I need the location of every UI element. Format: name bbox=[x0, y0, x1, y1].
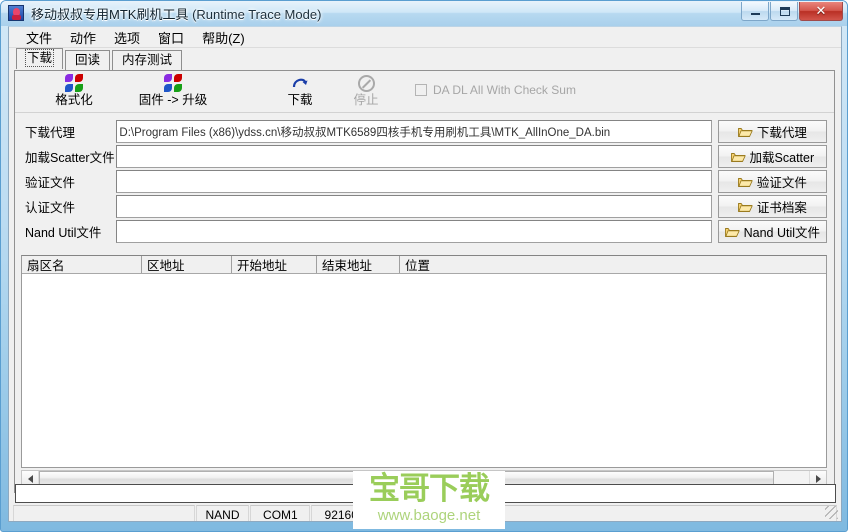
status-panel-port: COM1 bbox=[250, 505, 311, 521]
button-nand-util-file-label: Nand Util文件 bbox=[743, 226, 821, 240]
folder-icon bbox=[737, 176, 753, 188]
download-arrow-icon bbox=[291, 74, 309, 92]
input-scatter-file[interactable] bbox=[116, 145, 712, 168]
form-row-download-agent: 下载代理 D:\Program Files (x86)\ydss.cn\移动叔叔… bbox=[21, 120, 827, 143]
button-certificate-file[interactable]: 证书档案 bbox=[717, 195, 827, 218]
form-row-auth-file: 认证文件 证书档案 bbox=[21, 195, 827, 218]
pinwheel-icon bbox=[164, 74, 182, 92]
maximize-button[interactable] bbox=[770, 2, 798, 21]
column-header-begin-address[interactable]: 开始地址 bbox=[232, 256, 317, 273]
app-icon bbox=[8, 5, 24, 21]
input-download-agent[interactable]: D:\Program Files (x86)\ydss.cn\移动叔叔MTK65… bbox=[116, 120, 712, 143]
label-verify-file: 验证文件 bbox=[21, 170, 117, 193]
input-auth-file[interactable] bbox=[116, 195, 712, 218]
column-header-partition-name[interactable]: 扇区名 bbox=[22, 256, 142, 273]
minimize-icon bbox=[751, 13, 760, 15]
progress-bar: 0% bbox=[15, 484, 836, 503]
button-nand-util-file[interactable]: Nand Util文件 bbox=[717, 220, 827, 243]
label-scatter-file: 加载Scatter文件 bbox=[21, 145, 117, 168]
button-download-agent[interactable]: 下载代理 bbox=[717, 120, 827, 143]
resize-grip-icon[interactable] bbox=[825, 506, 838, 519]
menu-bar: 文件 动作 选项 窗口 帮助(Z) bbox=[9, 27, 841, 48]
toolbar: 格式化 固件 -> 升级 下载 停止 DA DL All With Check … bbox=[15, 71, 834, 113]
table-body bbox=[22, 274, 826, 467]
tab-memory-test-label: 内存测试 bbox=[122, 53, 173, 67]
arrow-right-icon bbox=[815, 474, 821, 483]
menu-item-file[interactable]: 文件 bbox=[17, 27, 61, 49]
button-scatter-file[interactable]: 加载Scatter bbox=[717, 145, 827, 168]
stop-icon bbox=[357, 75, 375, 92]
status-bar-row-1: NAND COM1 92160 bbox=[13, 505, 838, 521]
maximize-icon bbox=[780, 7, 790, 16]
label-nand-util-file: Nand Util文件 bbox=[21, 220, 117, 243]
toolbar-button-firmware-upgrade[interactable]: 固件 -> 升级 bbox=[128, 74, 218, 107]
tab-strip: 下载 回读 内存测试 bbox=[9, 48, 841, 70]
close-button[interactable]: ✕ bbox=[799, 2, 843, 21]
minimize-button[interactable] bbox=[741, 2, 769, 21]
button-scatter-file-label: 加载Scatter bbox=[749, 151, 815, 165]
table-header-row: 扇区名 区地址 开始地址 结束地址 位置 bbox=[22, 256, 826, 274]
tab-readback-label: 回读 bbox=[75, 53, 101, 67]
button-download-agent-label: 下载代理 bbox=[756, 126, 807, 140]
tab-memory-test[interactable]: 内存测试 bbox=[112, 50, 183, 70]
grip-icon bbox=[402, 474, 411, 483]
window-title: 移动叔叔专用MTK刷机工具 (Runtime Trace Mode) bbox=[31, 4, 321, 23]
pinwheel-icon bbox=[65, 74, 83, 92]
file-paths-form: 下载代理 D:\Program Files (x86)\ydss.cn\移动叔叔… bbox=[21, 120, 827, 245]
progress-percent-label: 0% bbox=[417, 487, 434, 500]
tab-readback[interactable]: 回读 bbox=[65, 50, 111, 70]
toolbar-button-stop: 停止 bbox=[321, 74, 411, 107]
folder-icon bbox=[724, 226, 740, 238]
toolbar-button-format[interactable]: 格式化 bbox=[29, 74, 119, 107]
window-controls: ✕ bbox=[741, 2, 843, 21]
form-row-nand-util-file: Nand Util文件 Nand Util文件 bbox=[21, 220, 827, 243]
toolbar-button-stop-label: 停止 bbox=[353, 93, 379, 107]
button-verify-file-label: 验证文件 bbox=[756, 176, 807, 190]
folder-icon bbox=[730, 151, 746, 163]
status-panel-baudrate: 92160 bbox=[311, 505, 372, 521]
column-header-location[interactable]: 位置 bbox=[400, 256, 520, 273]
input-nand-util-file[interactable] bbox=[116, 220, 712, 243]
menu-item-action[interactable]: 动作 bbox=[61, 27, 105, 49]
toolbar-button-format-label: 格式化 bbox=[55, 93, 93, 107]
da-dl-checksum-label: DA DL All With Check Sum bbox=[433, 83, 576, 97]
menu-item-help[interactable]: 帮助(Z) bbox=[193, 27, 254, 49]
button-verify-file[interactable]: 验证文件 bbox=[717, 170, 827, 193]
arrow-left-icon bbox=[27, 474, 33, 483]
window-title-main: 移动叔叔专用MTK刷机工具 bbox=[31, 7, 189, 22]
label-auth-file: 认证文件 bbox=[21, 195, 117, 218]
client-area: 文件 动作 选项 窗口 帮助(Z) 下载 回读 内存测试 格式化 固件 -> 升… bbox=[8, 26, 842, 522]
close-icon: ✕ bbox=[815, 3, 827, 18]
menu-item-options[interactable]: 选项 bbox=[105, 27, 149, 49]
label-download-agent: 下载代理 bbox=[21, 120, 117, 143]
form-row-verify-file: 验证文件 验证文件 bbox=[21, 170, 827, 193]
tab-download[interactable]: 下载 bbox=[16, 48, 64, 69]
column-header-end-address[interactable]: 结束地址 bbox=[317, 256, 400, 273]
da-dl-checksum-checkbox: DA DL All With Check Sum bbox=[415, 83, 576, 97]
window-title-mode: (Runtime Trace Mode) bbox=[192, 7, 322, 22]
status-panel-extra bbox=[372, 505, 838, 521]
tab-page-download: 格式化 固件 -> 升级 下载 停止 DA DL All With Check … bbox=[14, 70, 835, 493]
application-window: 移动叔叔专用MTK刷机工具 (Runtime Trace Mode) ✕ 文件 … bbox=[0, 0, 848, 532]
title-bar: 移动叔叔专用MTK刷机工具 (Runtime Trace Mode) ✕ bbox=[1, 1, 847, 26]
column-header-region-address[interactable]: 区地址 bbox=[142, 256, 232, 273]
status-panel-message bbox=[13, 505, 195, 521]
folder-icon bbox=[737, 126, 753, 138]
partition-table[interactable]: 扇区名 区地址 开始地址 结束地址 位置 bbox=[21, 255, 827, 468]
menu-item-window[interactable]: 窗口 bbox=[149, 27, 193, 49]
input-verify-file[interactable] bbox=[116, 170, 712, 193]
tab-download-label: 下载 bbox=[24, 49, 55, 67]
status-panel-storage-type: NAND bbox=[195, 505, 250, 521]
toolbar-button-firmware-upgrade-label: 固件 -> 升级 bbox=[138, 93, 208, 107]
button-certificate-file-label: 证书档案 bbox=[756, 201, 807, 215]
form-row-scatter-file: 加载Scatter文件 加载Scatter bbox=[21, 145, 827, 168]
folder-icon bbox=[737, 201, 753, 213]
checkbox-box-icon bbox=[415, 84, 427, 96]
